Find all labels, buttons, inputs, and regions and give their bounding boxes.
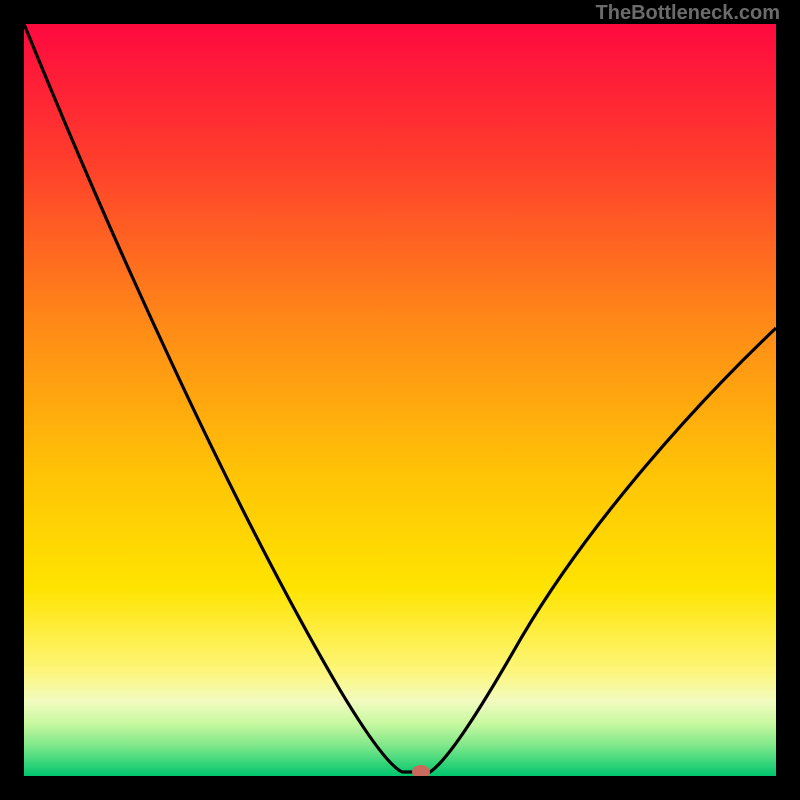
plot-background bbox=[24, 24, 776, 776]
bottleneck-chart bbox=[0, 0, 800, 800]
border-bottom bbox=[0, 776, 800, 800]
border-right bbox=[776, 0, 800, 800]
attribution-text: TheBottleneck.com bbox=[596, 2, 780, 25]
chart-frame: { "attribution": "TheBottleneck.com", "c… bbox=[0, 0, 800, 800]
border-left bbox=[0, 0, 24, 800]
